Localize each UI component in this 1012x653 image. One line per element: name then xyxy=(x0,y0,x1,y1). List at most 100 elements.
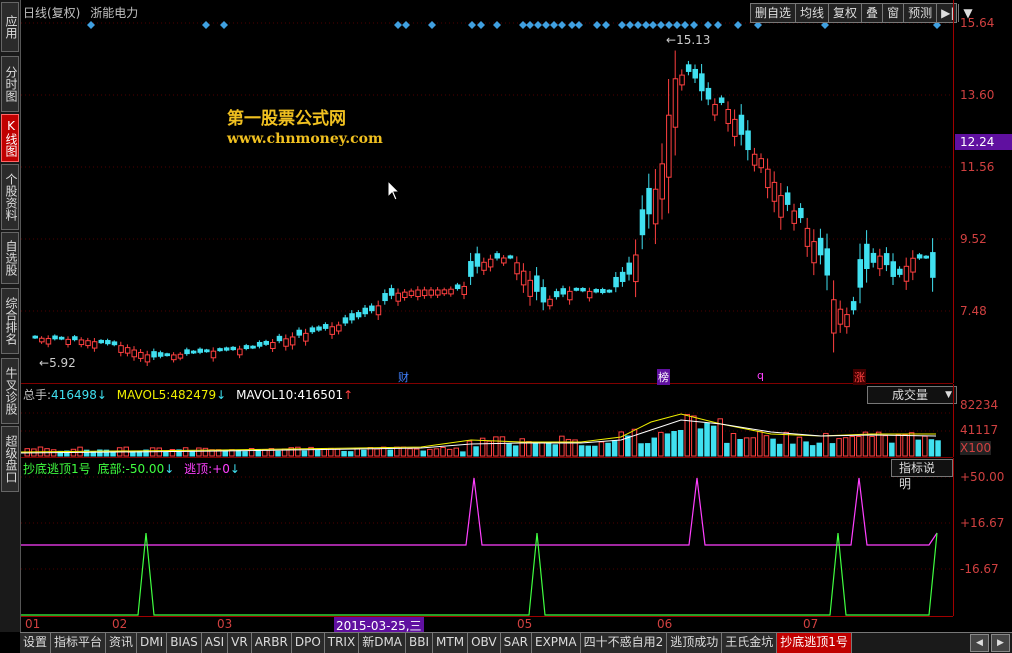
cursor-date-badge: 2015-03-25,三 xyxy=(334,617,424,633)
forecast-button[interactable]: 预测 xyxy=(904,4,938,22)
event-diamond-icon xyxy=(558,21,566,29)
candle-body xyxy=(303,332,309,342)
indicator-tick: +16.67 xyxy=(960,516,1005,530)
volume-bar xyxy=(829,443,836,457)
volume-unit: X100 xyxy=(960,441,992,455)
event-mark-ranking[interactable]: 榜 xyxy=(657,369,670,385)
scroll-left-icon[interactable]: ◀ xyxy=(970,634,989,652)
indicator-tab[interactable]: ASI xyxy=(201,633,229,653)
tab-watchlist[interactable]: 自选股 xyxy=(1,232,19,284)
indicator-tab[interactable]: 新DMA xyxy=(359,633,407,653)
volume-bar xyxy=(757,431,763,457)
volume-panel[interactable]: 总手:416498↓ MAVOL5:482479↓ MAVOL10:416501… xyxy=(21,384,957,458)
candle-body xyxy=(408,290,415,296)
event-diamond-icon xyxy=(642,21,650,29)
indicator-tab[interactable]: ARBR xyxy=(251,633,292,653)
candle-body xyxy=(718,97,725,103)
volume-tick: 82234 xyxy=(960,398,999,412)
indicator-tab[interactable]: 逃顶成功 xyxy=(667,633,723,653)
tab-intraday[interactable]: 分时图 xyxy=(1,56,19,112)
candle-body xyxy=(329,326,335,335)
tab-scroll-controls: ◀ ▶ xyxy=(970,634,1010,652)
indicator-tab[interactable]: MTM xyxy=(433,633,469,653)
volume-bar xyxy=(783,431,789,457)
candle-body xyxy=(85,340,91,347)
volume-bar xyxy=(697,428,704,457)
indicator-tab[interactable]: 资讯 xyxy=(106,633,138,653)
tab-apps[interactable]: 应用 xyxy=(1,2,19,52)
tab-diagnosis[interactable]: 牛叉诊股 xyxy=(1,358,19,424)
indicator-tab[interactable]: TRIX xyxy=(324,633,360,653)
price-axis: 15.64 13.60 11.56 9.52 7.48 12.24 xyxy=(953,0,1012,383)
indicator-panel[interactable]: 抄底逃顶1号 底部:-50.00↓ 逃顶:+0↓ 指标说明 xyxy=(21,458,953,617)
indicator-tab[interactable]: BIAS xyxy=(167,633,202,653)
event-mark-limit-up[interactable]: 涨 xyxy=(853,369,866,385)
volume-bar xyxy=(413,448,420,457)
tab-stock-profile[interactable]: 个股资料 xyxy=(1,164,19,230)
volume-indicator-select[interactable]: 成交量 ▼ xyxy=(867,386,957,404)
remove-watchlist-button[interactable]: 删自选 xyxy=(751,4,797,22)
candle-body xyxy=(382,293,388,302)
candle-body xyxy=(494,253,500,259)
event-mark-q[interactable]: q xyxy=(757,369,764,382)
candle-body xyxy=(362,307,368,315)
indicator-tab[interactable]: 设置 xyxy=(20,633,52,653)
low-annotation: ←5.92 xyxy=(39,356,76,370)
event-diamond-icon xyxy=(519,21,527,29)
indicator-tab[interactable]: BBI xyxy=(406,633,434,653)
indicator-tab[interactable]: OBV xyxy=(468,633,501,653)
moving-average-button[interactable]: 均线 xyxy=(796,4,830,22)
volume-bar xyxy=(532,442,539,457)
indicator-tab[interactable]: 指标平台 xyxy=(51,633,107,653)
candle-body xyxy=(461,285,467,295)
window-button[interactable]: 窗 xyxy=(883,4,905,22)
volume-bar xyxy=(433,448,440,457)
indicator-help-button[interactable]: 指标说明 xyxy=(891,459,953,491)
candle-body xyxy=(151,351,157,358)
event-diamond-icon xyxy=(493,21,501,29)
indicator-tab[interactable]: EXPMA xyxy=(532,633,581,653)
indicator-tab[interactable]: 王氏金坑 xyxy=(722,633,778,653)
event-diamond-icon xyxy=(542,21,550,29)
candle-body xyxy=(263,340,269,345)
candle-body xyxy=(270,342,276,349)
indicator-tab[interactable]: DMI xyxy=(137,633,168,653)
candle-body xyxy=(388,288,395,296)
volume-bar xyxy=(182,447,189,457)
indicator-tab[interactable]: VR xyxy=(228,633,252,653)
candle-body xyxy=(600,288,606,294)
price-tick: 9.52 xyxy=(960,232,987,246)
event-mark-finance[interactable]: 财 xyxy=(398,369,409,385)
indicator-tab[interactable]: DPO xyxy=(291,633,325,653)
candle-body xyxy=(639,209,646,236)
candle-body xyxy=(685,64,692,72)
event-diamond-icon xyxy=(634,21,642,29)
candle-body xyxy=(883,253,890,266)
volume-bar xyxy=(889,442,895,457)
volume-bar xyxy=(862,431,869,457)
indicator-tab[interactable]: 四十不惑自用2 xyxy=(580,633,668,653)
candle-body xyxy=(250,345,256,349)
candle-body xyxy=(474,253,481,267)
candle-body xyxy=(210,350,217,359)
tab-ranking[interactable]: 综合排名 xyxy=(1,288,19,354)
indicator-tab[interactable]: SAR xyxy=(500,633,532,653)
candle-body xyxy=(580,287,586,292)
scroll-right-icon[interactable]: ▶ xyxy=(991,634,1010,652)
event-diamond-icon xyxy=(220,21,228,29)
adjust-price-button[interactable]: 复权 xyxy=(829,4,863,22)
candle-body xyxy=(256,341,263,347)
tab-super-board[interactable]: 超级盘口 xyxy=(1,426,19,492)
volume-bar xyxy=(585,445,591,457)
price-chart-panel[interactable]: 日线(复权) 浙能电力 第一股票公式网 www.chnmoney.com ←15… xyxy=(21,0,953,385)
tab-kline[interactable]: K线图 xyxy=(1,114,19,162)
volume-bar xyxy=(552,444,558,457)
event-diamond-icon xyxy=(665,21,673,29)
volume-bar xyxy=(420,450,426,457)
indicator-tab[interactable]: 抄底逃顶1号 xyxy=(777,633,852,653)
candle-body xyxy=(804,227,811,247)
event-diamond-icon xyxy=(602,21,610,29)
volume-bar xyxy=(750,437,756,457)
overlay-button[interactable]: 叠 xyxy=(862,4,884,22)
indicator-axis: +50.00 +16.67 -16.67 xyxy=(953,458,1012,616)
